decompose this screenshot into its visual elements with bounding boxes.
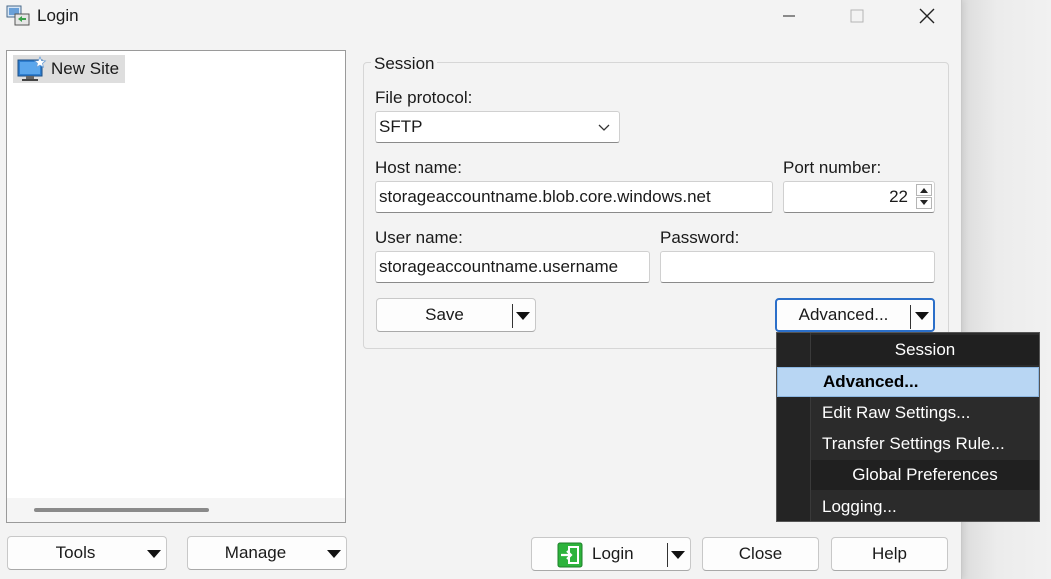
- password-label: Password:: [660, 228, 740, 247]
- manage-button[interactable]: Manage: [187, 536, 347, 570]
- tree-item-new-site[interactable]: New Site: [13, 55, 126, 83]
- maximize-button[interactable]: [834, 0, 880, 32]
- caret-down-icon: [920, 200, 928, 205]
- split-separator: [667, 543, 668, 567]
- minimize-icon: [783, 15, 795, 17]
- manage-button-label: Manage: [224, 543, 287, 562]
- file-protocol-value: SFTP: [379, 117, 423, 136]
- new-site-icon: [17, 56, 47, 81]
- dropdown-arrow-icon: [327, 550, 341, 558]
- dropdown-arrow-icon[interactable]: [671, 551, 685, 559]
- tree-item-label: New Site: [51, 59, 120, 78]
- menu-item-label: Logging...: [822, 497, 897, 516]
- horizontal-scrollbar[interactable]: [7, 498, 345, 522]
- menu-item-advanced[interactable]: Advanced...: [777, 367, 1039, 397]
- save-button[interactable]: Save: [377, 305, 512, 325]
- help-button-label: Help: [872, 544, 907, 563]
- host-name-value: storageaccountname.blob.core.windows.net: [379, 187, 711, 206]
- host-name-input[interactable]: storageaccountname.blob.core.windows.net: [375, 181, 773, 213]
- split-separator: [910, 305, 911, 329]
- port-number-stepper[interactable]: 22: [783, 181, 935, 213]
- user-name-input[interactable]: storageaccountname.username: [375, 251, 650, 283]
- menu-item-logging[interactable]: Logging...: [777, 492, 1039, 522]
- close-button-label: Close: [738, 544, 783, 563]
- close-icon: [919, 8, 935, 24]
- maximize-icon: [850, 9, 864, 23]
- file-protocol-label: File protocol:: [375, 88, 473, 107]
- host-name-label: Host name:: [375, 158, 462, 177]
- password-input[interactable]: [660, 251, 935, 283]
- caret-up-icon: [920, 188, 928, 193]
- menu-item-edit-raw-settings[interactable]: Edit Raw Settings...: [777, 398, 1039, 428]
- spin-up-button[interactable]: [916, 184, 932, 196]
- dropdown-arrow-icon: [147, 550, 161, 558]
- chevron-down-icon: [598, 124, 610, 131]
- session-group-label: Session: [371, 54, 438, 74]
- login-button[interactable]: Login: [592, 544, 634, 564]
- login-icon: [557, 542, 583, 568]
- spin-down-button[interactable]: [916, 197, 932, 209]
- menu-item-transfer-settings-rule[interactable]: Transfer Settings Rule...: [777, 429, 1039, 459]
- file-protocol-select[interactable]: SFTP: [375, 111, 620, 143]
- dropdown-arrow-icon[interactable]: [915, 312, 929, 320]
- dropdown-arrow-icon[interactable]: [516, 312, 530, 320]
- menu-item-label: Transfer Settings Rule...: [822, 434, 1005, 453]
- title-bar: Login: [0, 0, 961, 34]
- menu-header-session: Session: [811, 335, 1039, 365]
- advanced-button[interactable]: Advanced...: [777, 305, 910, 325]
- close-window-button[interactable]: [904, 0, 950, 32]
- close-button[interactable]: Close: [702, 537, 819, 571]
- tools-button-label: Tools: [55, 543, 96, 562]
- minimize-button[interactable]: [766, 0, 812, 32]
- window-title: Login: [37, 6, 79, 25]
- help-button[interactable]: Help: [831, 537, 948, 571]
- login-split-button[interactable]: Login: [531, 537, 691, 571]
- menu-header-global-preferences: Global Preferences: [811, 460, 1039, 490]
- port-number-value: 22: [889, 187, 908, 206]
- user-name-label: User name:: [375, 228, 463, 247]
- port-spinner: [916, 184, 932, 210]
- advanced-split-button[interactable]: Advanced...: [775, 298, 935, 332]
- save-split-button[interactable]: Save: [376, 298, 536, 332]
- split-separator: [512, 304, 513, 328]
- site-tree[interactable]: New Site: [6, 50, 346, 523]
- menu-item-label: Advanced...: [823, 372, 919, 391]
- tools-button[interactable]: Tools: [7, 536, 167, 570]
- port-number-label: Port number:: [783, 158, 882, 177]
- scrollbar-thumb[interactable]: [34, 508, 209, 512]
- user-name-value: storageaccountname.username: [379, 257, 619, 276]
- app-icon: [6, 5, 30, 26]
- menu-item-label: Edit Raw Settings...: [822, 403, 971, 422]
- advanced-dropdown-menu: Session Advanced... Edit Raw Settings...…: [776, 332, 1040, 522]
